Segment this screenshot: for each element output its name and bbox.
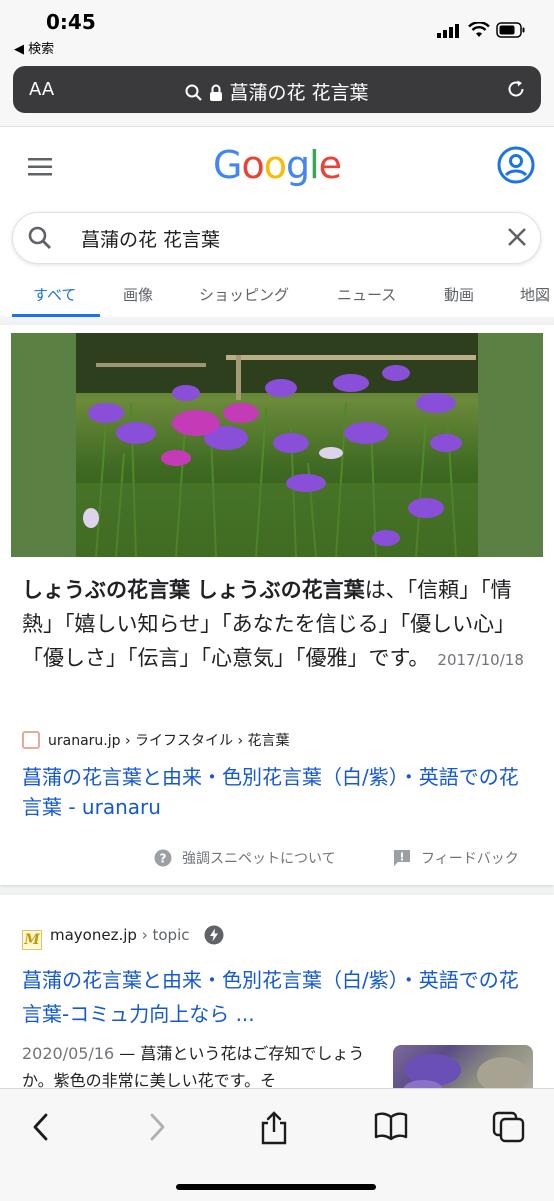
battery-icon: [496, 22, 525, 38]
result-path: › topic: [141, 926, 190, 944]
logo-letter: G: [212, 143, 242, 187]
iris-illustration: [76, 333, 478, 557]
active-tab-indicator: [12, 314, 100, 317]
result-source[interactable]: Mmayonez.jp › topic: [22, 925, 224, 950]
account-icon[interactable]: [497, 146, 535, 184]
tab-all[interactable]: すべて: [33, 284, 76, 305]
result-date: 2020/05/16: [22, 1044, 115, 1063]
search-query: 菖蒲の花 花言葉: [81, 229, 221, 251]
tabs-icon[interactable]: [492, 1111, 526, 1143]
logo-letter: o: [263, 143, 287, 187]
feedback-link[interactable]: フィードバック: [393, 848, 519, 868]
tab-videos[interactable]: 動画: [444, 284, 474, 305]
url-display[interactable]: 菖蒲の花 花言葉: [13, 78, 541, 105]
status-bar: 0:45 ◀ 検索: [0, 0, 554, 62]
iris-flowers-photo: [76, 333, 478, 557]
back-arrow-icon[interactable]: [30, 1111, 52, 1143]
forward-arrow-icon[interactable]: [146, 1111, 168, 1143]
tab-news[interactable]: ニュース: [337, 284, 396, 305]
address-bar[interactable]: AA 菖蒲の花 花言葉: [13, 66, 541, 113]
tab-images[interactable]: 画像: [123, 284, 153, 305]
feedback-icon: [394, 850, 410, 866]
result-title-link[interactable]: 菖蒲の花言葉と由来・色別花言葉（白/紫）・英語での花言葉 - uranaru: [22, 762, 532, 822]
result-title-link[interactable]: 菖蒲の花言葉と由来・色別花言葉（白/紫）・英語での花言葉-コミュ力向上なら ..…: [22, 963, 532, 1031]
clock: 0:45: [46, 10, 96, 34]
mayonez-favicon-icon: M: [22, 930, 42, 950]
about-label: 強調スニペットについて: [182, 851, 336, 867]
bookmarks-icon[interactable]: [374, 1111, 408, 1141]
search-input[interactable]: 菖蒲の花 花言葉: [12, 212, 541, 264]
logo-letter: g: [285, 143, 310, 187]
cellular-signal-icon: [437, 24, 459, 38]
featured-snippet-text: しょうぶの花言葉 しょうぶの花言葉は、「信頼」「情熱」「嬉しい知らせ」「あなたを…: [22, 573, 532, 677]
source-breadcrumb: uranaru.jp › ライフスタイル › 花言葉: [48, 733, 290, 749]
result-snippet: 2020/05/16 — 菖蒲という花はご存知でしょうか。紫色の非常に美しい花で…: [22, 1044, 365, 1090]
browser-toolbar: [0, 1088, 554, 1201]
reload-icon[interactable]: [505, 78, 527, 100]
tab-maps[interactable]: 地図: [520, 284, 550, 305]
uranaru-favicon-icon: [22, 731, 40, 749]
back-to-app-link[interactable]: ◀ 検索: [14, 38, 54, 57]
browser-address-area: AA 菖蒲の花 花言葉: [0, 62, 554, 127]
logo-letter: o: [241, 143, 264, 187]
help-icon: ?: [154, 849, 172, 867]
result-domain: mayonez.jp: [50, 926, 137, 944]
about-snippets-link[interactable]: ? 強調スニペットについて: [154, 848, 336, 868]
home-indicator: [176, 1184, 376, 1190]
url-text: 菖蒲の花 花言葉: [229, 82, 369, 104]
search-result-card: Mmayonez.jp › topic 菖蒲の花言葉と由来・色別花言葉（白/紫）…: [0, 895, 554, 1105]
search-tabs: すべて 画像 ショッピング ニュース 動画 地図: [0, 282, 554, 317]
clear-icon[interactable]: [506, 226, 528, 248]
google-logo[interactable]: Google: [0, 143, 554, 187]
logo-letter: e: [318, 143, 342, 187]
result-source[interactable]: uranaru.jp › ライフスタイル › 花言葉: [22, 730, 290, 750]
featured-image[interactable]: [11, 333, 543, 557]
logo-letter: l: [309, 143, 320, 187]
snippet-bold-term: しょうぶの花言葉: [22, 578, 190, 602]
wifi-icon: [468, 22, 490, 37]
amp-lightning-icon: [204, 925, 224, 945]
svg-text:?: ?: [160, 852, 167, 866]
feedback-label: フィードバック: [421, 851, 519, 867]
search-icon: [28, 226, 51, 249]
share-icon[interactable]: [258, 1111, 290, 1145]
lock-icon: [210, 84, 223, 101]
google-header: Google 菖蒲の花 花言葉 すべて 画像 ショッピング ニュース 動画 地図: [0, 127, 554, 317]
search-icon: [185, 84, 203, 101]
featured-snippet-card: しょうぶの花言葉 しょうぶの花言葉は、「信頼」「情熱」「嬉しい知らせ」「あなたを…: [0, 325, 554, 885]
snippet-date: 2017/10/18: [437, 651, 524, 669]
tab-shopping[interactable]: ショッピング: [199, 284, 289, 305]
snippet-bold-term-2: しょうぶの花言葉: [196, 578, 365, 602]
